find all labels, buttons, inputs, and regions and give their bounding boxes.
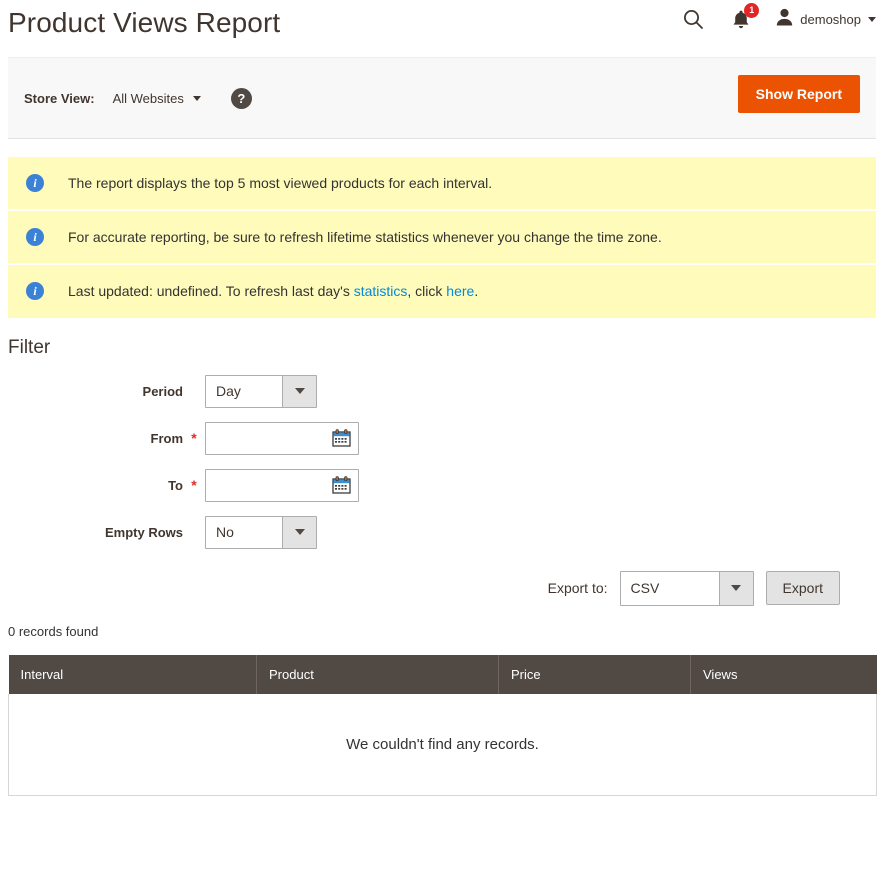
- notice-text: Last updated: undefined. To refresh last…: [68, 282, 478, 300]
- field-label: To *: [0, 477, 205, 493]
- notice-text-segment: .: [474, 283, 479, 300]
- account-menu[interactable]: demoshop: [776, 8, 876, 31]
- export-row: Export to: CSV Export: [0, 570, 840, 606]
- chevron-down-icon: [192, 95, 201, 101]
- notice-text-segment: Last updated: undefined. To refresh last…: [68, 283, 354, 300]
- table-body: We couldn't find any records.: [8, 693, 877, 796]
- export-button[interactable]: Export: [765, 571, 840, 606]
- field-label: From *: [0, 430, 205, 446]
- filter-select-empty-rows[interactable]: No: [205, 515, 317, 549]
- show-report-button[interactable]: Show Report: [737, 75, 860, 113]
- filter-field-row: Empty Rows No: [0, 515, 884, 549]
- notice-link[interactable]: here: [446, 283, 474, 299]
- date-field-to[interactable]: [205, 468, 359, 502]
- field-label-text: Empty Rows: [104, 524, 183, 540]
- date-input-from[interactable]: [206, 424, 336, 452]
- filter-form: Period Day From * To * Empty Rows No: [0, 374, 884, 549]
- chevron-down-icon: [282, 375, 316, 407]
- notice-text-segment: , click: [407, 283, 447, 300]
- notifications-bell-icon[interactable]: 1: [728, 3, 760, 32]
- column-header[interactable]: Interval: [8, 654, 257, 694]
- chevron-down-icon: [868, 16, 876, 22]
- filter-heading: Filter: [8, 336, 51, 358]
- empty-row: We couldn't find any records.: [8, 693, 877, 796]
- notice-message: i The report displays the top 5 most view…: [8, 157, 876, 212]
- select-value: No: [216, 524, 234, 541]
- chevron-down-icon: [718, 571, 753, 605]
- export-format-value: CSV: [630, 580, 660, 597]
- field-label: Empty Rows: [0, 525, 205, 540]
- field-label-text: To: [168, 478, 183, 494]
- export-format-select[interactable]: CSV: [619, 570, 754, 606]
- chevron-down-icon: [282, 516, 316, 548]
- notice-message: i For accurate reporting, be sure to refr…: [8, 211, 876, 266]
- filter-select-period[interactable]: Day: [205, 374, 317, 408]
- help-icon[interactable]: ?: [230, 87, 252, 109]
- column-header[interactable]: Views: [690, 654, 877, 694]
- info-icon: i: [26, 228, 44, 247]
- field-label: Period: [0, 384, 205, 399]
- user-avatar-icon: [776, 8, 793, 31]
- table-header-row: Interval Product Price Views: [8, 654, 877, 694]
- store-view-value: All Websites: [112, 90, 184, 106]
- store-view-toolbar: Store View: All Websites ? Show Report: [8, 57, 876, 139]
- header-tools: 1 demoshop: [680, 3, 876, 32]
- store-view-label: Store View:: [24, 90, 95, 106]
- calendar-icon[interactable]: [332, 475, 351, 494]
- date-input-to[interactable]: [206, 471, 336, 499]
- column-header[interactable]: Price: [498, 654, 691, 694]
- notifications-count-badge: 1: [744, 3, 760, 18]
- required-marker: *: [191, 430, 197, 447]
- info-icon: i: [26, 174, 44, 193]
- notice-link[interactable]: statistics: [354, 283, 408, 299]
- required-marker: *: [191, 477, 197, 494]
- account-name: demoshop: [800, 11, 861, 27]
- empty-message: We couldn't find any records.: [8, 693, 877, 796]
- notice-message: i Last updated: undefined. To refresh las…: [8, 265, 876, 318]
- select-value: Day: [216, 383, 241, 400]
- page-title: Product Views Report: [8, 7, 281, 38]
- notice-text: For accurate reporting, be sure to refre…: [68, 228, 662, 246]
- calendar-icon[interactable]: [332, 428, 351, 447]
- notice-text: The report displays the top 5 most viewe…: [68, 174, 492, 192]
- notice-text-segment: The report displays the top 5 most viewe…: [68, 175, 493, 191]
- notice-list: i The report displays the top 5 most view…: [8, 157, 876, 318]
- column-header[interactable]: Product: [256, 654, 499, 694]
- search-icon[interactable]: [680, 6, 706, 32]
- field-label-text: From: [150, 431, 184, 447]
- date-field-from[interactable]: [205, 421, 359, 455]
- filter-field-row: To *: [0, 468, 884, 502]
- field-label-text: Period: [142, 383, 183, 399]
- export-to-label: Export to:: [547, 580, 608, 597]
- filter-field-row: From *: [0, 421, 884, 455]
- store-view-switcher[interactable]: All Websites: [113, 91, 201, 106]
- filter-field-row: Period Day: [0, 374, 884, 408]
- info-icon: i: [26, 282, 44, 301]
- report-table: Interval Product Price Views We couldn't fi…: [8, 654, 877, 796]
- page-header: Product Views Report 1 demoshop: [0, 0, 884, 57]
- records-found-label: 0 records found: [8, 623, 99, 639]
- notice-text-segment: For accurate reporting, be sure to refre…: [68, 229, 662, 246]
